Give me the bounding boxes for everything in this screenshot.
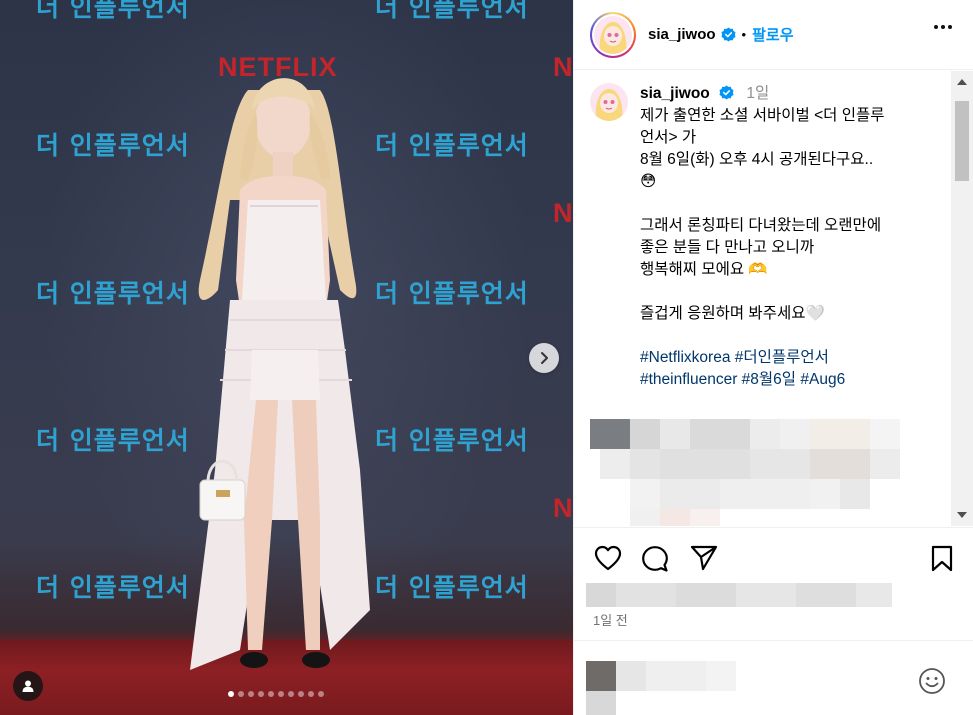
carousel-dot bbox=[268, 691, 274, 697]
backdrop-logo: 더 인플루언서 bbox=[36, 426, 190, 455]
netflix-logo: NETFLIX bbox=[553, 493, 573, 523]
carousel-dot bbox=[238, 691, 244, 697]
pixelated-avatar bbox=[586, 661, 616, 691]
avatar-illustration bbox=[594, 15, 632, 54]
scrollbar[interactable] bbox=[951, 71, 973, 526]
smiley-icon[interactable] bbox=[918, 667, 946, 695]
pixelated-likes bbox=[586, 583, 896, 607]
post-sidebar: sia_jiwoo • 팔로우 sia_jiwoo 1일 제가 출연한 소셜 서… bbox=[573, 0, 973, 715]
action-bar bbox=[574, 527, 973, 582]
carousel-dot bbox=[258, 691, 264, 697]
carousel-indicator bbox=[228, 691, 324, 697]
backdrop-logo: 더 인플루언서 bbox=[375, 0, 529, 22]
post-media[interactable]: 더 인플루언서 더 인플루언서 더 인플루언서 더 인플루언서 더 인플루언서 … bbox=[0, 0, 573, 715]
follow-button[interactable]: 팔로우 bbox=[752, 24, 793, 45]
verified-badge-icon bbox=[719, 85, 734, 100]
avatar[interactable] bbox=[590, 11, 636, 58]
tagged-users-button[interactable] bbox=[13, 671, 43, 701]
backdrop-logo: 더 인플루언서 bbox=[36, 131, 190, 160]
heart-icon[interactable] bbox=[594, 545, 622, 571]
more-options-button[interactable] bbox=[934, 25, 952, 29]
caption: sia_jiwoo 1일 제가 출연한 소셜 서바이벌 <더 인플루 언서> 가… bbox=[590, 83, 960, 391]
carousel-dot bbox=[288, 691, 294, 697]
separator: • bbox=[741, 27, 747, 42]
avatar[interactable] bbox=[590, 83, 628, 121]
post-time[interactable]: 1일 전 bbox=[593, 610, 628, 629]
bookmark-icon[interactable] bbox=[930, 545, 954, 573]
carousel-dot bbox=[318, 691, 324, 697]
hashtags[interactable]: #Netflixkorea #더인플루언서 bbox=[640, 347, 940, 369]
carousel-dot bbox=[228, 691, 234, 697]
caption-line: 언서> 가 bbox=[640, 129, 697, 146]
caption-time: 1일 bbox=[746, 85, 770, 102]
verified-badge-icon bbox=[721, 27, 736, 42]
next-slide-button[interactable] bbox=[529, 343, 559, 373]
caption-line: 8월 6일(화) 오후 4시 공개된다구요.. bbox=[640, 151, 874, 168]
username[interactable]: sia_jiwoo bbox=[648, 26, 716, 43]
pixelated-comment bbox=[590, 401, 910, 526]
caption-line: 즐겁게 응원하며 봐주세요🤍 bbox=[640, 305, 825, 322]
chevron-right-icon bbox=[541, 352, 548, 364]
caption-emoji: 😳 bbox=[640, 173, 657, 190]
carousel-dot bbox=[278, 691, 284, 697]
user-icon bbox=[22, 680, 34, 692]
caption-username[interactable]: sia_jiwoo bbox=[640, 85, 710, 102]
carousel-dot bbox=[308, 691, 314, 697]
backdrop-logo: 더 인플루언서 bbox=[36, 0, 190, 22]
carousel-dot bbox=[248, 691, 254, 697]
netflix-logo: NETFLIX bbox=[553, 52, 573, 82]
hashtags[interactable]: #theinfluencer #8월6일 #Aug6 bbox=[640, 369, 940, 391]
backdrop-logo: 더 인플루언서 bbox=[36, 573, 190, 602]
caption-line: 제가 출연한 소셜 서바이벌 <더 인플루 bbox=[640, 107, 885, 124]
backdrop-logo: 더 인플루언서 bbox=[36, 279, 190, 308]
scroll-thumb[interactable] bbox=[955, 101, 969, 181]
caption-line: 그래서 론칭파티 다녀왔는데 오랜만에 bbox=[640, 217, 882, 234]
scroll-up-arrow[interactable] bbox=[957, 79, 967, 85]
caption-line: 행복해찌 모에요 🫶 bbox=[640, 261, 768, 278]
post-header: sia_jiwoo • 팔로우 bbox=[574, 0, 973, 70]
more-icon bbox=[934, 25, 938, 29]
send-icon[interactable] bbox=[690, 545, 718, 571]
comment-input-bar[interactable] bbox=[574, 640, 973, 715]
netflix-logo: NETFLIX bbox=[553, 198, 573, 228]
comment-icon[interactable] bbox=[641, 545, 669, 573]
person-figure bbox=[190, 78, 370, 670]
scroll-down-arrow[interactable] bbox=[957, 512, 967, 518]
comments-scroll-area[interactable]: sia_jiwoo 1일 제가 출연한 소셜 서바이벌 <더 인플루 언서> 가… bbox=[574, 71, 973, 526]
carousel-dot bbox=[298, 691, 304, 697]
caption-line: 좋은 분들 다 만나고 오니까 bbox=[640, 239, 815, 256]
